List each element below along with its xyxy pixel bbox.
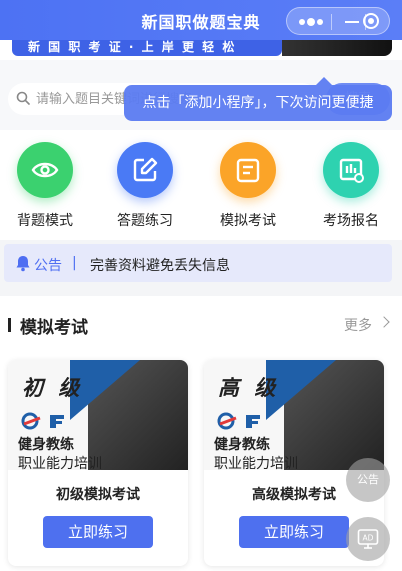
mock-exam-section: 模拟考试 更多 初 级 健身教练 职业能力培训 初级模拟考试 立即练习 高 级 …: [0, 296, 402, 571]
exam-card-junior[interactable]: 初 级 健身教练 职业能力培训 初级模拟考试 立即练习: [8, 360, 188, 566]
search-icon: [16, 91, 30, 105]
notice-bar[interactable]: 公告 | 完善资料避免丢失信息: [4, 244, 392, 282]
banner-image: [282, 40, 392, 56]
card-line1: 健身教练: [18, 437, 74, 453]
banner[interactable]: 新 国 职 考 证 · 上 岸 更 轻 松: [0, 40, 402, 60]
section-title: 模拟考试: [20, 318, 88, 338]
section-accent-bar: [8, 318, 11, 332]
miniprogram-capsule: [286, 7, 390, 35]
title-bar: 新国职做题宝典: [0, 0, 402, 40]
floating-ad-button[interactable]: AD: [346, 517, 390, 561]
card-line1: 健身教练: [214, 437, 270, 453]
floating-notice-button[interactable]: 公告: [346, 458, 390, 502]
notice-separator: |: [72, 255, 77, 271]
card-cover: 高 级 健身教练 职业能力培训: [204, 360, 384, 470]
signup-icon: [323, 142, 379, 198]
logo-icon: [217, 412, 260, 430]
practice-button[interactable]: 立即练习: [43, 516, 153, 548]
card-line2: 职业能力培训: [214, 456, 298, 470]
quick-item-practice[interactable]: 答题练习: [100, 142, 190, 230]
quick-item-label: 背题模式: [17, 213, 73, 229]
card-level: 初 级: [22, 376, 84, 400]
more-icon[interactable]: [299, 16, 323, 28]
practice-button[interactable]: 立即练习: [239, 516, 349, 548]
capsule-divider: [331, 14, 332, 30]
ad-icon: AD: [357, 529, 379, 549]
notice-tag: 公告: [34, 258, 62, 274]
quick-item-memorize[interactable]: 背题模式: [0, 142, 90, 230]
page: 新国职做题宝典 新 国 职 考 证 · 上 岸 更 轻 松 搜索 点击「添加小程…: [0, 0, 402, 571]
card-cover: 初 级 健身教练 职业能力培训: [8, 360, 188, 470]
ad-label: AD: [363, 534, 374, 543]
logo-icon: [21, 412, 64, 430]
quick-entries: 背题模式 答题练习 模拟考试 考场报名: [0, 130, 402, 240]
edit-icon: [117, 142, 173, 198]
exam-icon: [220, 142, 276, 198]
quick-item-mock-exam[interactable]: 模拟考试: [203, 142, 293, 230]
banner-slogan: 新 国 职 考 证 · 上 岸 更 轻 松: [12, 40, 282, 56]
card-level: 高 级: [218, 376, 280, 400]
add-miniprogram-tip[interactable]: 点击「添加小程序」，下次访问更便捷: [124, 85, 392, 121]
tip-arrow: [316, 77, 332, 85]
bell-icon: [16, 256, 30, 272]
minimize-icon[interactable]: [345, 21, 359, 23]
notice-text: 完善资料避免丢失信息: [90, 258, 230, 274]
card-line2: 职业能力培训: [18, 456, 102, 470]
quick-item-label: 模拟考试: [220, 213, 276, 229]
quick-item-label: 考场报名: [323, 213, 379, 229]
close-icon[interactable]: [363, 13, 379, 29]
quick-item-label: 答题练习: [117, 213, 173, 229]
more-link[interactable]: 更多: [344, 315, 372, 335]
quick-item-signup[interactable]: 考场报名: [306, 142, 396, 230]
eye-icon: [17, 142, 73, 198]
card-name: 初级模拟考试: [56, 487, 140, 503]
chevron-right-icon[interactable]: [378, 316, 390, 328]
